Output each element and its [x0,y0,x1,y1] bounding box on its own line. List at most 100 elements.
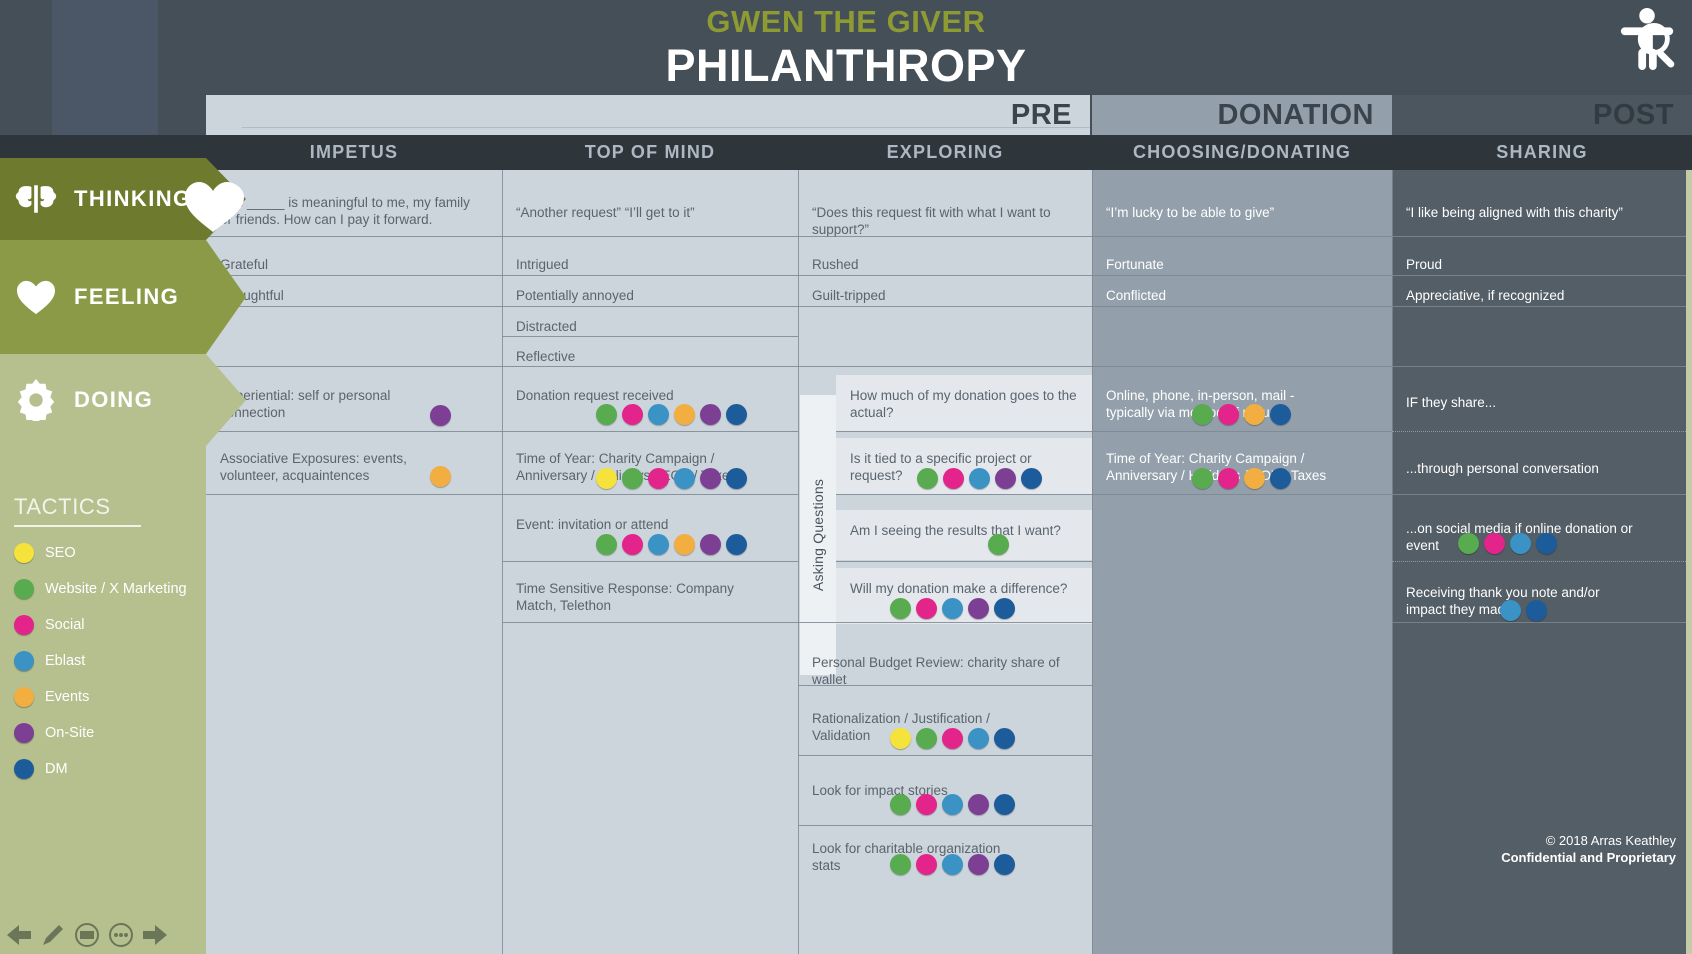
stage-exploring: EXPLORING [886,142,1004,162]
tactics-legend: TACTICS SEO Website / X Marketing Social Eb… [14,494,204,779]
tactic-dot [674,404,695,425]
tactic-dot [1218,404,1239,425]
doing-donating-0-dots [1192,404,1291,425]
pencil-icon[interactable] [40,922,66,948]
tactic-dot [596,404,617,425]
tactic-dot [1218,468,1239,489]
tactic-item[interactable]: Events [14,687,204,707]
tactic-item[interactable]: Eblast [14,651,204,671]
tactic-item[interactable]: SEO [14,543,204,563]
heart-icon [14,277,58,317]
tactic-dot [890,854,911,875]
doing-impetus-0-dots [430,405,451,426]
tactic-dot [969,468,990,489]
tactic-dot [994,728,1015,749]
phase-banner-row: PRE DONATION POST [0,95,1692,135]
tactic-dot [994,598,1015,619]
tactic-item[interactable]: DM [14,759,204,779]
phase-post: POST [1392,95,1692,135]
tactic-dot [1192,468,1213,489]
tactic-color-dot [14,759,34,779]
tactic-color-dot [14,723,34,743]
asking-questions-label: Asking Questions [810,478,826,592]
feeling-chevron [206,240,246,354]
tactic-dot [890,728,911,749]
journey-grid: The _____ is meaningful to me, my family… [0,170,1692,954]
forward-arrow-icon[interactable] [142,922,168,948]
tactic-dot [916,854,937,875]
page-title: PHILANTHROPY [665,40,1027,91]
tactic-dot [968,728,989,749]
tactic-dot [968,794,989,815]
tactic-label: Eblast [45,653,86,669]
more-icon[interactable] [108,922,134,948]
tactic-dot [1244,468,1265,489]
tactic-label: Website / X Marketing [45,581,187,597]
tactic-dot [994,854,1015,875]
doing-exploring-4-text: Personal Budget Review: charity share of… [812,655,1060,687]
doing-top-0-dots [596,404,747,425]
doing-sharing-2-dots [1458,533,1557,554]
tactic-dot [943,468,964,489]
tactic-dot [622,534,643,555]
tactic-color-dot [14,579,34,599]
tactic-dot [942,598,963,619]
back-arrow-icon[interactable] [6,922,32,948]
phase-donation: DONATION [1092,95,1392,135]
thinking-sharing: “I like being aligned with this charity” [1406,205,1623,220]
tactic-dot [1244,404,1265,425]
tactic-item[interactable]: Website / X Marketing [14,579,204,599]
tactic-dot [942,728,963,749]
keyboard-icon[interactable] [74,922,100,948]
tactic-dot [1192,404,1213,425]
doing-exploring-0-text: How much of my donation goes to the actu… [836,375,1092,431]
tactic-label: DM [45,761,68,777]
tactic-dot [726,404,747,425]
tactic-label: On-Site [45,725,95,741]
doing-chevron [206,354,246,446]
tactic-label: SEO [45,545,76,561]
tactic-dot [1510,533,1531,554]
confidential-line: Confidential and Proprietary [1501,850,1676,865]
tactic-dot [1526,600,1547,621]
tactic-item[interactable]: Social [14,615,204,635]
tactic-dot [726,468,747,489]
tactic-dot [917,468,938,489]
phase-donation-label: DONATION [1217,99,1374,131]
tactics-divider [14,525,141,527]
stage-header-row: IMPETUS TOP OF MIND EXPLORING CHOOSING/D… [0,135,1692,170]
tactic-item[interactable]: On-Site [14,723,204,743]
tactic-dot [995,468,1016,489]
phase-rule [242,127,1090,128]
top-banner: GWEN THE GIVER PHILANTHROPY [0,0,1692,140]
tactic-dot [622,404,643,425]
row-feeling[interactable]: FEELING [0,240,246,354]
tactic-dot [674,534,695,555]
doing-sharing-0-text: IF they share... [1406,395,1497,410]
doing-sharing-1-text: ...through personal conversation [1406,461,1599,476]
tactic-dot [430,466,451,487]
thinking-top-of-mind: “Another request” “I’ll get to it” [516,205,695,220]
row-thinking[interactable]: THINKING [0,158,246,240]
doing-donating-1-dots [1192,468,1291,489]
row-feeling-label: FEELING [74,284,180,309]
tactic-dot [1458,533,1479,554]
sidebar: THINKING FEELING DOING TACTICS SEO Websi… [0,158,246,954]
persona-search-icon[interactable] [1617,6,1679,72]
tactic-dot [596,468,617,489]
doing-exploring-2-text: Am I seeing the results that I want? [836,510,1092,560]
tactic-dot [1536,533,1557,554]
right-edge-strip [1686,170,1692,954]
tactic-dot [430,405,451,426]
stage-sharing: SHARING [1496,142,1588,162]
tactic-dot [700,404,721,425]
phase-post-label: POST [1593,99,1674,131]
doing-exploring-2-dots [988,534,1009,555]
bottom-toolbar[interactable] [6,922,168,948]
tactic-color-dot [14,651,34,671]
tactic-color-dot [14,543,34,563]
row-doing-label: DOING [74,387,154,412]
doing-exploring-5-dots [890,728,1015,749]
tactic-dot [674,468,695,489]
thinking-donating: “I’m lucky to be able to give” [1106,205,1275,220]
